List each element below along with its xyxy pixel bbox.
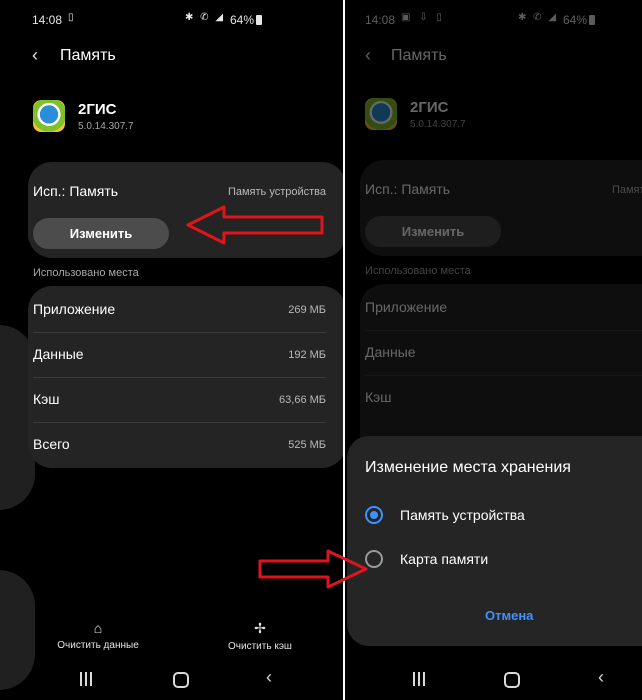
back-arrow-icon[interactable]: ‹ (32, 45, 38, 66)
status-bar: 14:08 ▯ ✱ ✆ ◢ 64% (0, 0, 343, 38)
usage-row-total: Всего 525 МБ (28, 423, 343, 468)
usage-label: Данные (33, 346, 84, 362)
radio-selected-icon[interactable] (365, 506, 383, 524)
usage-value: 63,66 МБ (279, 394, 326, 406)
battery-indicator: 64% (230, 13, 263, 27)
2gis-app-icon (33, 100, 65, 132)
clear-data-label: Очистить данные (57, 640, 139, 651)
red-arrow-icon (186, 205, 324, 245)
usage-row-cache: Кэш 63,66 МБ (28, 378, 343, 423)
usage-value: 525 МБ (288, 439, 326, 451)
red-arrow-icon (258, 549, 368, 589)
back-nav-icon[interactable]: ‹ (598, 667, 604, 688)
usage-value: 192 МБ (288, 349, 326, 361)
storage-dialog: Изменение места хранения Память устройст… (347, 436, 642, 646)
sim-icon: ▯ (68, 12, 77, 23)
usage-label: Приложение (33, 301, 116, 317)
usage-label: Всего (33, 436, 70, 452)
app-bar: ‹ Память (0, 42, 343, 72)
storage-label: Исп.: Память (33, 183, 119, 199)
recents-icon[interactable] (80, 672, 92, 686)
navigation-bar: ‹ (345, 660, 642, 700)
battery-icon (256, 15, 263, 25)
page-title: Память (60, 47, 116, 64)
usage-row-data: Данные 192 МБ (28, 333, 343, 378)
option-label: Память устройства (400, 507, 525, 523)
app-info: 2ГИС 5.0.14.307.7 (33, 97, 313, 137)
status-time: 14:08 (32, 13, 63, 27)
usage-value: 269 МБ (288, 304, 326, 316)
clear-cache-label: Очистить кэш (228, 641, 292, 652)
option-label: Карта памяти (400, 551, 489, 567)
app-name: 2ГИС (78, 101, 117, 118)
clear-cache-button[interactable]: ✢ Очистить кэш (200, 620, 320, 652)
usage-card: Приложение 269 МБ Данные 192 МБ Кэш 63,6… (28, 286, 343, 468)
clear-data-button[interactable]: ⌂ Очистить данные (38, 620, 158, 651)
home-icon[interactable] (173, 672, 189, 688)
change-storage-button[interactable]: Изменить (33, 218, 169, 249)
dialog-title: Изменение места хранения (365, 459, 571, 476)
app-version: 5.0.14.307.7 (78, 121, 134, 132)
option-device-memory[interactable]: Память устройства (365, 504, 635, 528)
recents-icon[interactable] (413, 672, 425, 686)
usage-row-app: Приложение 269 МБ (28, 288, 343, 333)
back-nav-icon[interactable]: ‹ (266, 667, 272, 688)
bluetooth-icon: ✱ ✆ ◢ (185, 12, 226, 23)
home-icon[interactable] (504, 672, 520, 688)
usage-section-header: Использовано места (33, 267, 139, 279)
option-memory-card[interactable]: Карта памяти (365, 548, 635, 572)
left-phone-screen: 14:08 ▯ ✱ ✆ ◢ 64% ‹ Память 2ГИС 5.0.14.3… (0, 0, 343, 700)
clear-data-icon: ⌂ (93, 620, 103, 636)
storage-value: Память устройства (227, 186, 326, 198)
right-phone-screen: 14:08 ▣ ⇩ ▯ ✱ ✆ ◢ 64% ‹ Память 2ГИС 5.0.… (345, 0, 642, 700)
battery-level: 64% (230, 13, 255, 27)
cancel-button[interactable]: Отмена (485, 608, 533, 623)
navigation-bar: ‹ (0, 660, 343, 700)
clear-cache-icon: ✢ (254, 620, 266, 636)
usage-label: Кэш (33, 391, 60, 407)
